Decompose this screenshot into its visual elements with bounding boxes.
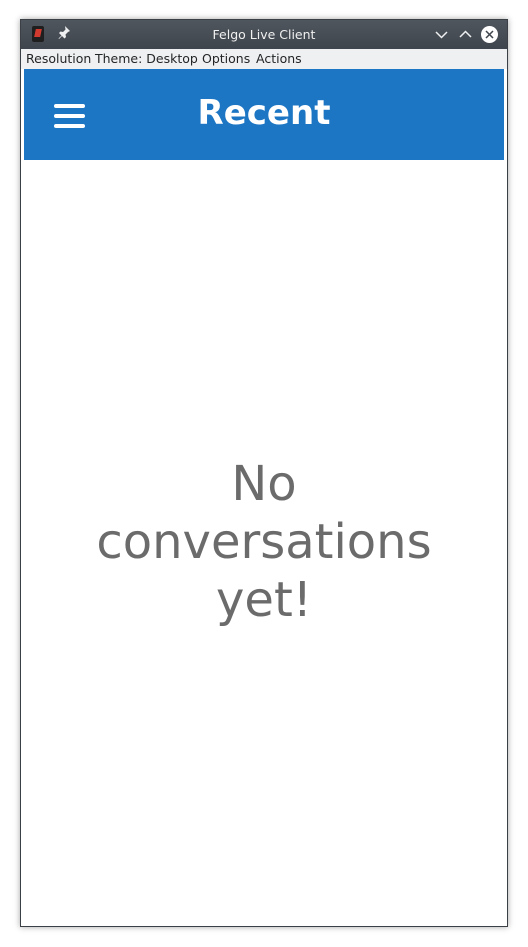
- maximize-button[interactable]: [457, 26, 474, 43]
- app-navigation-bar: Recent: [24, 69, 504, 160]
- chevron-down-icon: [435, 31, 448, 39]
- close-icon: [481, 26, 498, 43]
- close-button[interactable]: [481, 26, 498, 43]
- empty-state-message: No conversations yet!: [96, 456, 432, 628]
- app-window: Felgo Live Client Resolution Theme: Desk…: [20, 19, 508, 927]
- menu-actions[interactable]: Actions: [256, 49, 302, 69]
- menu-resolution[interactable]: Resolution: [26, 49, 91, 69]
- menu-options[interactable]: Options: [202, 49, 250, 69]
- page-title: Recent: [197, 93, 331, 133]
- minimize-button[interactable]: [433, 26, 450, 43]
- chevron-up-icon: [459, 30, 472, 38]
- menubar: Resolution Theme: Desktop Options Action…: [21, 49, 507, 69]
- window-titlebar[interactable]: Felgo Live Client: [21, 20, 507, 49]
- conversation-list: No conversations yet!: [24, 160, 504, 924]
- menu-theme[interactable]: Theme: Desktop: [95, 49, 198, 69]
